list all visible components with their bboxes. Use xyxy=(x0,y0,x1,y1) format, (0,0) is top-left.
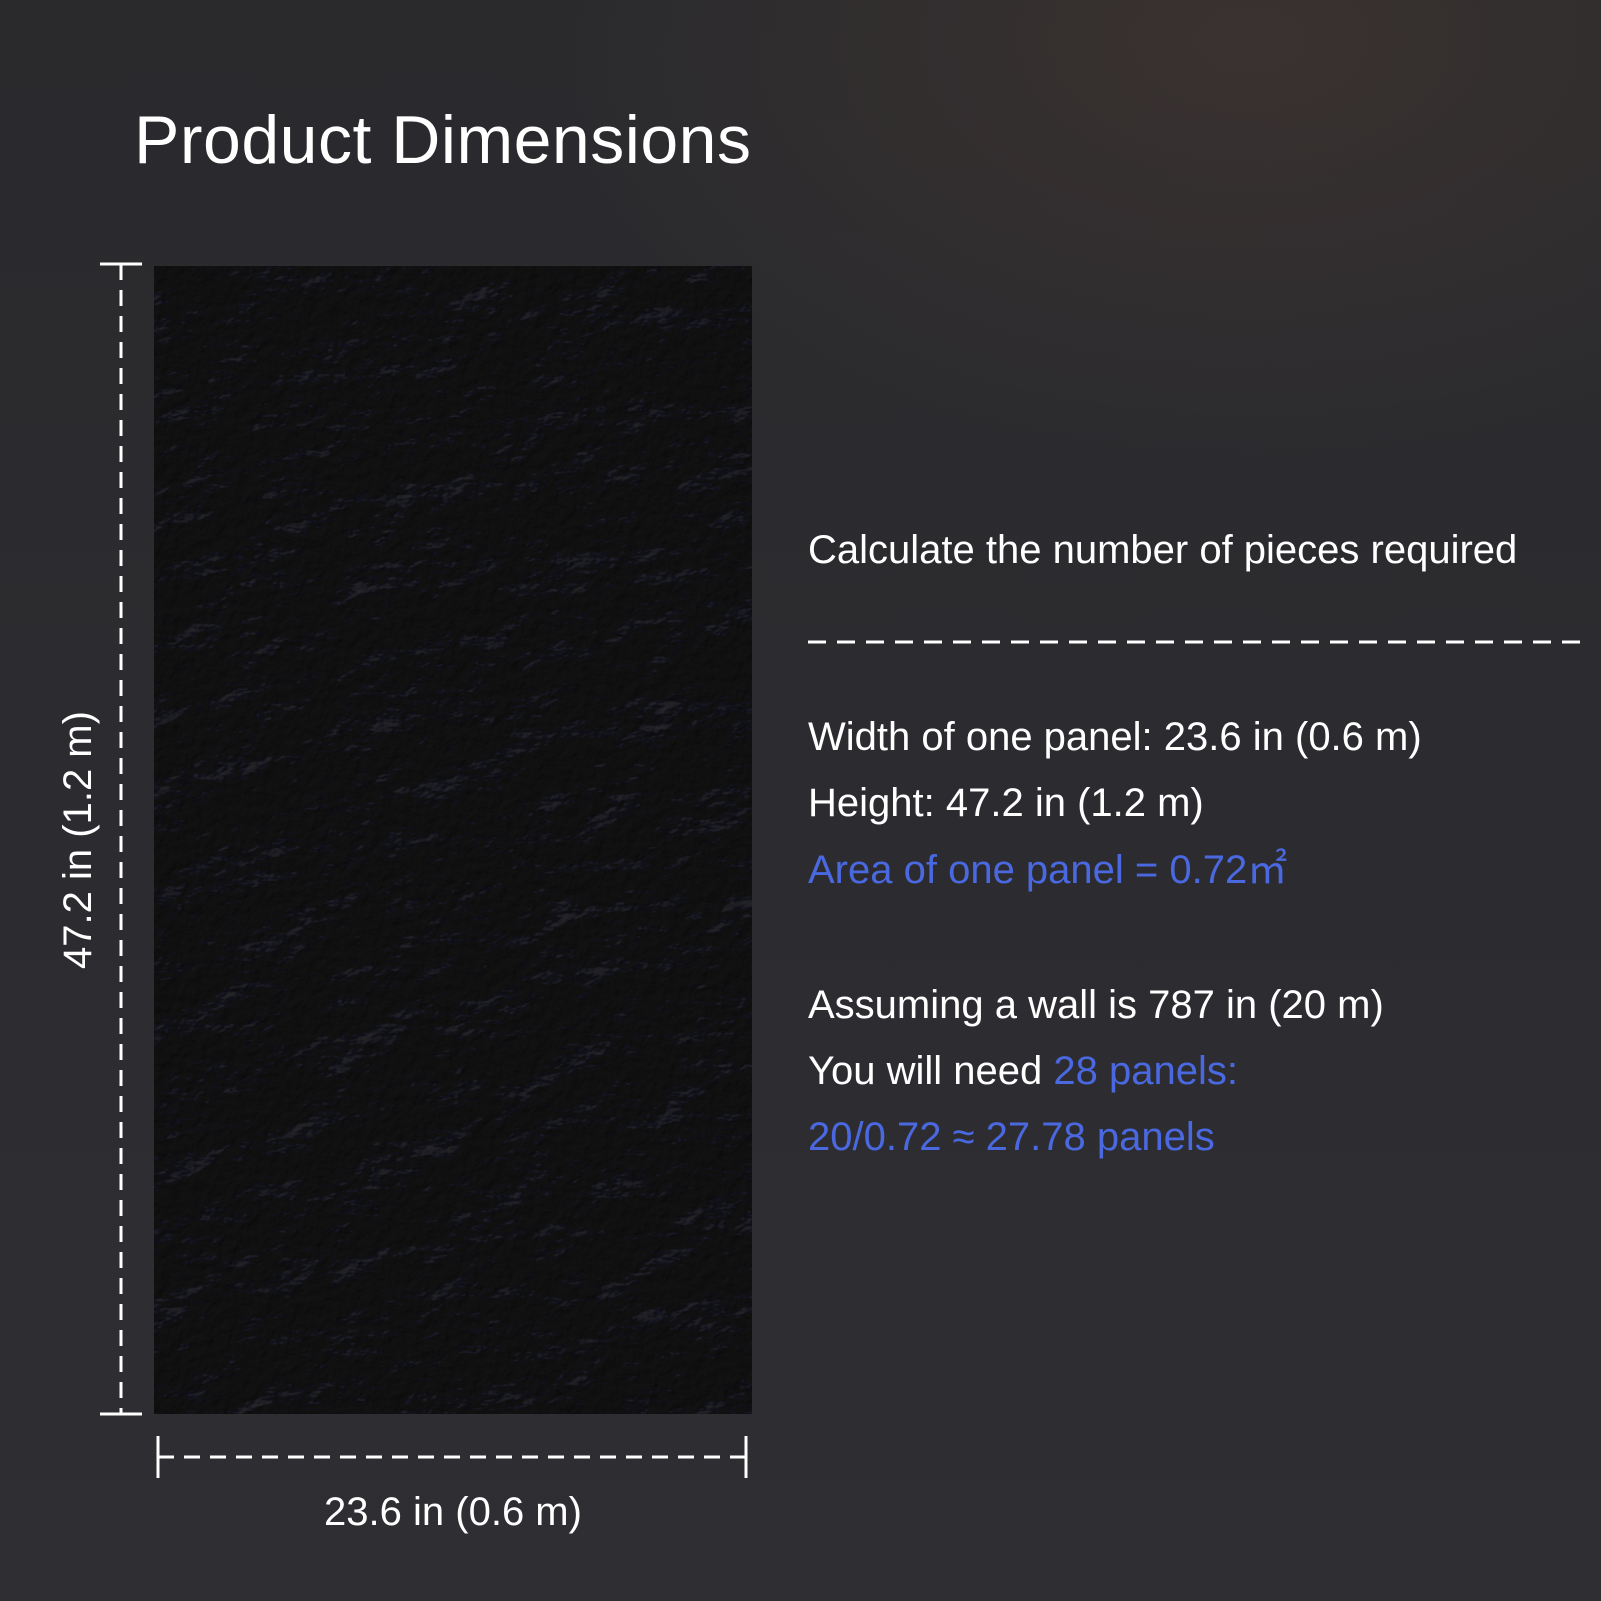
width-label: 23.6 in (0.6 m) xyxy=(324,1490,582,1534)
formula-text: 20/0.72 ≈ 27.78 panels xyxy=(808,1115,1215,1159)
stone-panel-image xyxy=(154,266,752,1414)
panels-needed-prefix: You will need xyxy=(808,1049,1054,1093)
panels-needed-text: You will need 28 panels: xyxy=(808,1046,1238,1096)
panel-area-text: Area of one panel = 0.72㎡ xyxy=(808,848,1288,892)
dashed-divider xyxy=(808,640,1588,644)
panel-height-text: Height: 47.2 in (1.2 m) xyxy=(808,781,1204,825)
wall-size-text: Assuming a wall is 787 in (20 m) xyxy=(808,983,1384,1027)
height-label: 47.2 in (1.2 m) xyxy=(56,711,100,969)
panels-needed-value: 28 panels: xyxy=(1053,1049,1238,1093)
height-dimension-line xyxy=(100,262,142,1416)
panel-width-text: Width of one panel: 23.6 in (0.6 m) xyxy=(808,715,1422,759)
width-dimension-line xyxy=(156,1436,748,1478)
calculation-heading: Calculate the number of pieces required xyxy=(808,528,1518,572)
page-title: Product Dimensions xyxy=(134,102,752,178)
